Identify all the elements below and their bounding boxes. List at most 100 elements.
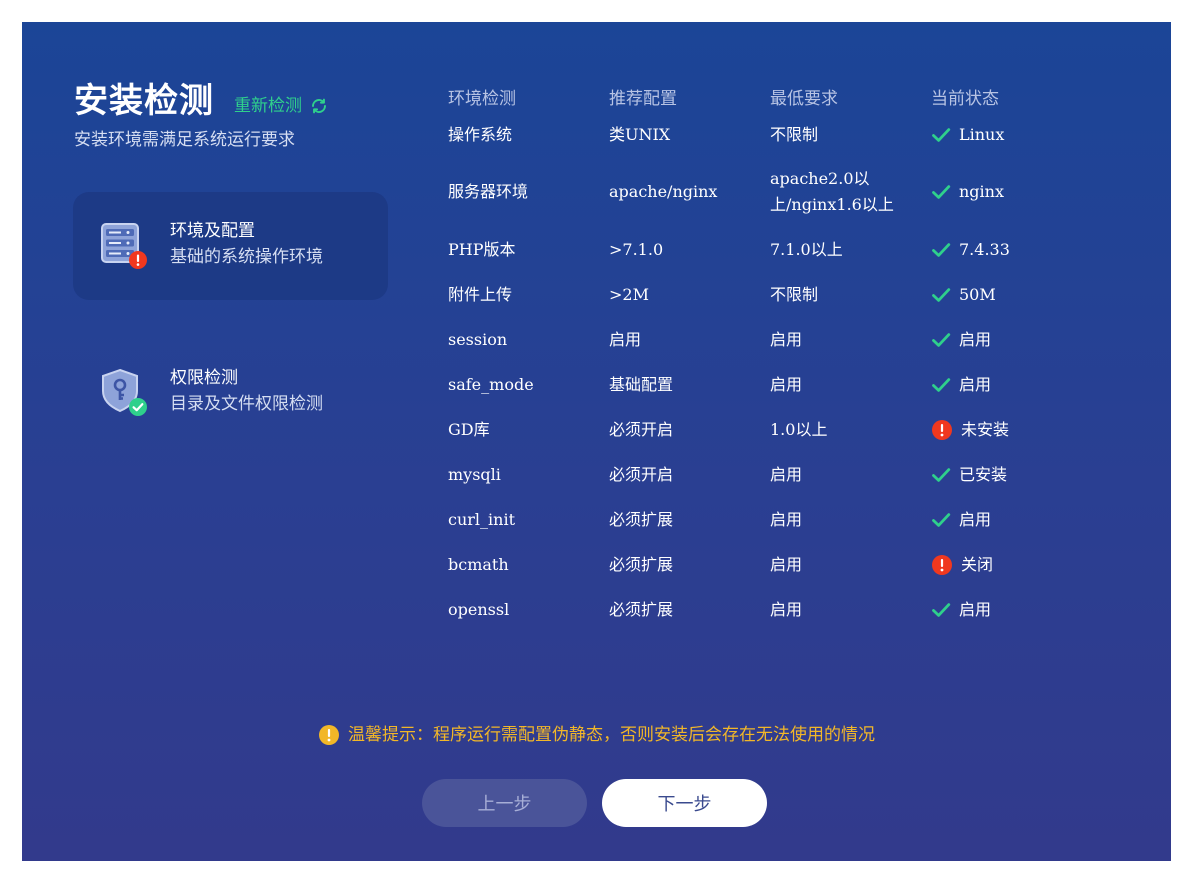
step-description: 目录及文件权限检测	[170, 394, 323, 414]
minimum-value: 启用	[770, 464, 803, 484]
status-text: 启用	[959, 374, 992, 394]
recheck-button[interactable]: 重新检测	[234, 94, 328, 118]
recommended-value: 必须扩展	[609, 509, 674, 529]
check-icon	[931, 465, 951, 485]
check-icon	[931, 125, 951, 145]
recommended-value: >7.1.0	[609, 239, 664, 259]
minimum-value: 不限制	[770, 124, 819, 144]
shield-key-icon	[99, 367, 149, 419]
status-text: 启用	[959, 599, 992, 619]
status-text: 启用	[959, 509, 992, 529]
tip-text: 温馨提示：程序运行需配置伪静态，否则安装后会存在无法使用的情况	[348, 725, 875, 745]
recommended-value: 启用	[609, 329, 642, 349]
table-row: curl_init 必须扩展 启用 启用	[440, 497, 1089, 542]
env-item-name: PHP版本	[448, 239, 516, 259]
column-header: 当前状态	[931, 88, 999, 109]
install-check-panel: 安装检测 重新检测 安装环境需满足系统运行要求 环境及配置 基础的系统操作环境 …	[22, 22, 1171, 861]
recommended-value: 必须扩展	[609, 554, 674, 574]
env-item-name: 服务器环境	[448, 182, 529, 201]
status-text: 关闭	[961, 554, 994, 574]
status-text: 50M	[959, 284, 996, 304]
status-text: Linux	[959, 124, 1005, 144]
page-subtitle: 安装环境需满足系统运行要求	[74, 130, 295, 150]
recommended-value: >2M	[609, 284, 649, 304]
step-environment[interactable]: 环境及配置 基础的系统操作环境	[73, 192, 388, 300]
status-cell: 50M	[923, 272, 1089, 317]
environment-table: 环境检测 推荐配置 最低要求 当前状态 操作系统 类UNIX 不限制 Linux 服务器…	[440, 80, 1089, 632]
env-item-name: openssl	[448, 599, 510, 619]
recommended-value: 必须扩展	[609, 599, 674, 619]
recommended-value: 基础配置	[609, 374, 674, 394]
column-header: 最低要求	[770, 88, 838, 109]
env-item-name: curl_init	[448, 509, 515, 529]
recommended-value: 必须开启	[609, 464, 674, 484]
status-cell: Linux	[923, 112, 1089, 157]
step-title: 环境及配置	[170, 221, 255, 241]
status-cell: 启用	[923, 497, 1089, 542]
column-header: 环境检测	[448, 88, 516, 109]
check-icon	[931, 240, 951, 260]
error-icon	[931, 419, 953, 441]
minimum-value: 1.0以上	[770, 419, 828, 439]
warning-icon	[319, 725, 339, 745]
recommended-value: 必须开启	[609, 419, 674, 439]
step-title: 权限检测	[170, 368, 238, 388]
env-item-name: safe_mode	[448, 374, 534, 394]
table-row: session 启用 启用 启用	[440, 317, 1089, 362]
table-row: safe_mode 基础配置 启用 启用	[440, 362, 1089, 407]
minimum-value: 不限制	[770, 284, 819, 304]
check-icon	[931, 375, 951, 395]
table-header-row: 环境检测 推荐配置 最低要求 当前状态	[440, 80, 1089, 112]
column-header: 推荐配置	[609, 88, 677, 109]
minimum-value: 启用	[770, 374, 803, 394]
page-title: 安装检测	[74, 81, 214, 121]
status-text: 7.4.33	[959, 239, 1010, 259]
previous-button[interactable]: 上一步	[422, 779, 587, 827]
status-cell: 已安装	[923, 452, 1089, 497]
recommended-value: apache/nginx	[609, 182, 718, 201]
env-item-name: session	[448, 329, 508, 349]
warning-tip: 温馨提示：程序运行需配置伪静态，否则安装后会存在无法使用的情况	[22, 723, 1171, 753]
check-icon	[931, 285, 951, 305]
check-icon	[931, 510, 951, 530]
check-icon	[931, 182, 951, 202]
env-item-name: 操作系统	[448, 124, 513, 144]
table-row: 服务器环境 apache/nginx apache2.0以上/nginx1.6以上 n…	[440, 157, 1089, 227]
status-text: nginx	[959, 182, 1004, 201]
table-row: mysqli 必须开启 启用 已安装	[440, 452, 1089, 497]
refresh-icon	[312, 98, 326, 114]
status-text: 未安装	[961, 419, 1010, 439]
next-button[interactable]: 下一步	[602, 779, 767, 827]
status-text: 启用	[959, 329, 992, 349]
status-cell: 7.4.33	[923, 227, 1089, 272]
env-item-name: 附件上传	[448, 284, 513, 304]
env-item-name: bcmath	[448, 554, 509, 574]
minimum-value: apache2.0以上/nginx1.6以上	[770, 169, 894, 214]
status-cell: 启用	[923, 362, 1089, 407]
status-cell: 关闭	[923, 542, 1089, 587]
table-row: 附件上传 >2M 不限制 50M	[440, 272, 1089, 317]
server-icon	[99, 220, 149, 272]
status-cell: 启用	[923, 587, 1089, 632]
table-row: GD库 必须开启 1.0以上 未安装	[440, 407, 1089, 452]
error-badge-icon	[129, 251, 147, 269]
table-row: bcmath 必须扩展 启用 关闭	[440, 542, 1089, 587]
success-badge-icon	[129, 398, 147, 416]
minimum-value: 7.1.0以上	[770, 239, 843, 259]
recheck-label: 重新检测	[234, 96, 302, 116]
table-row: 操作系统 类UNIX 不限制 Linux	[440, 112, 1089, 157]
env-item-name: GD库	[448, 419, 490, 439]
error-icon	[931, 554, 953, 576]
check-icon	[931, 330, 951, 350]
minimum-value: 启用	[770, 329, 803, 349]
step-description: 基础的系统操作环境	[170, 247, 323, 267]
minimum-value: 启用	[770, 554, 803, 574]
step-permissions[interactable]: 权限检测 目录及文件权限检测	[73, 339, 388, 447]
env-item-name: mysqli	[448, 464, 501, 484]
status-text: 已安装	[959, 464, 1008, 484]
status-cell: nginx	[923, 157, 1089, 227]
recommended-value: 类UNIX	[609, 124, 671, 144]
minimum-value: 启用	[770, 599, 803, 619]
check-icon	[931, 600, 951, 620]
status-cell: 未安装	[923, 407, 1089, 452]
